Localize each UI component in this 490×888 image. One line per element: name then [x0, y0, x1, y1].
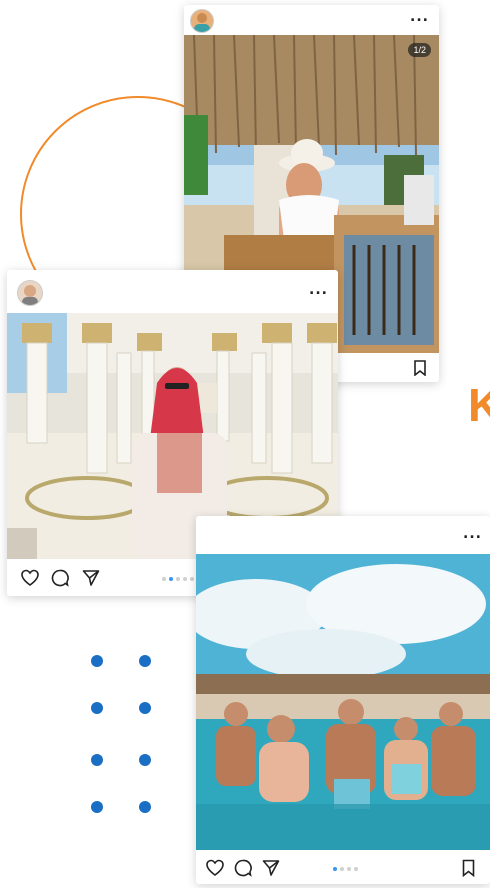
decorative-dot	[91, 702, 103, 714]
share-icon[interactable]	[262, 859, 280, 877]
pager-dot	[354, 867, 358, 871]
bookmark-icon[interactable]	[413, 360, 427, 376]
pager-dot	[347, 867, 351, 871]
avatar[interactable]	[190, 9, 214, 33]
post-photo[interactable]	[196, 554, 490, 850]
more-options-icon[interactable]: ...	[410, 9, 429, 25]
pager-dot	[176, 577, 180, 581]
bookmark-icon[interactable]	[461, 859, 476, 877]
pager-dot	[190, 577, 194, 581]
decorative-dot	[91, 754, 103, 766]
pager-dot-active	[333, 867, 337, 871]
carousel-counter: 1/2	[408, 43, 431, 57]
decorative-dot-grid	[91, 655, 153, 813]
decorative-dot	[139, 754, 151, 766]
decorative-dot	[139, 801, 151, 813]
decorative-dot	[91, 655, 103, 667]
heart-icon[interactable]	[21, 569, 39, 587]
comment-icon[interactable]	[51, 569, 69, 587]
pager-dot	[183, 577, 187, 581]
carousel-pager	[333, 867, 358, 871]
comment-icon[interactable]	[234, 859, 252, 877]
avatar[interactable]	[17, 280, 43, 306]
decorative-dot	[91, 801, 103, 813]
post-header: ...	[196, 516, 490, 554]
post-header: ...	[184, 5, 439, 35]
pager-dot	[162, 577, 166, 581]
heart-icon[interactable]	[206, 859, 224, 877]
pager-dot	[340, 867, 344, 871]
decorative-dot	[139, 655, 151, 667]
more-options-icon[interactable]: ...	[309, 282, 328, 298]
decorative-letter: K	[468, 379, 490, 431]
share-icon[interactable]	[82, 569, 100, 587]
pager-dot-active	[169, 577, 173, 581]
post-actions	[196, 856, 490, 882]
post-header: ...	[7, 270, 338, 310]
decorative-dot	[139, 702, 151, 714]
more-options-icon[interactable]: ...	[463, 526, 482, 542]
post-card-pool: ...	[196, 516, 490, 884]
carousel-pager	[162, 577, 194, 581]
